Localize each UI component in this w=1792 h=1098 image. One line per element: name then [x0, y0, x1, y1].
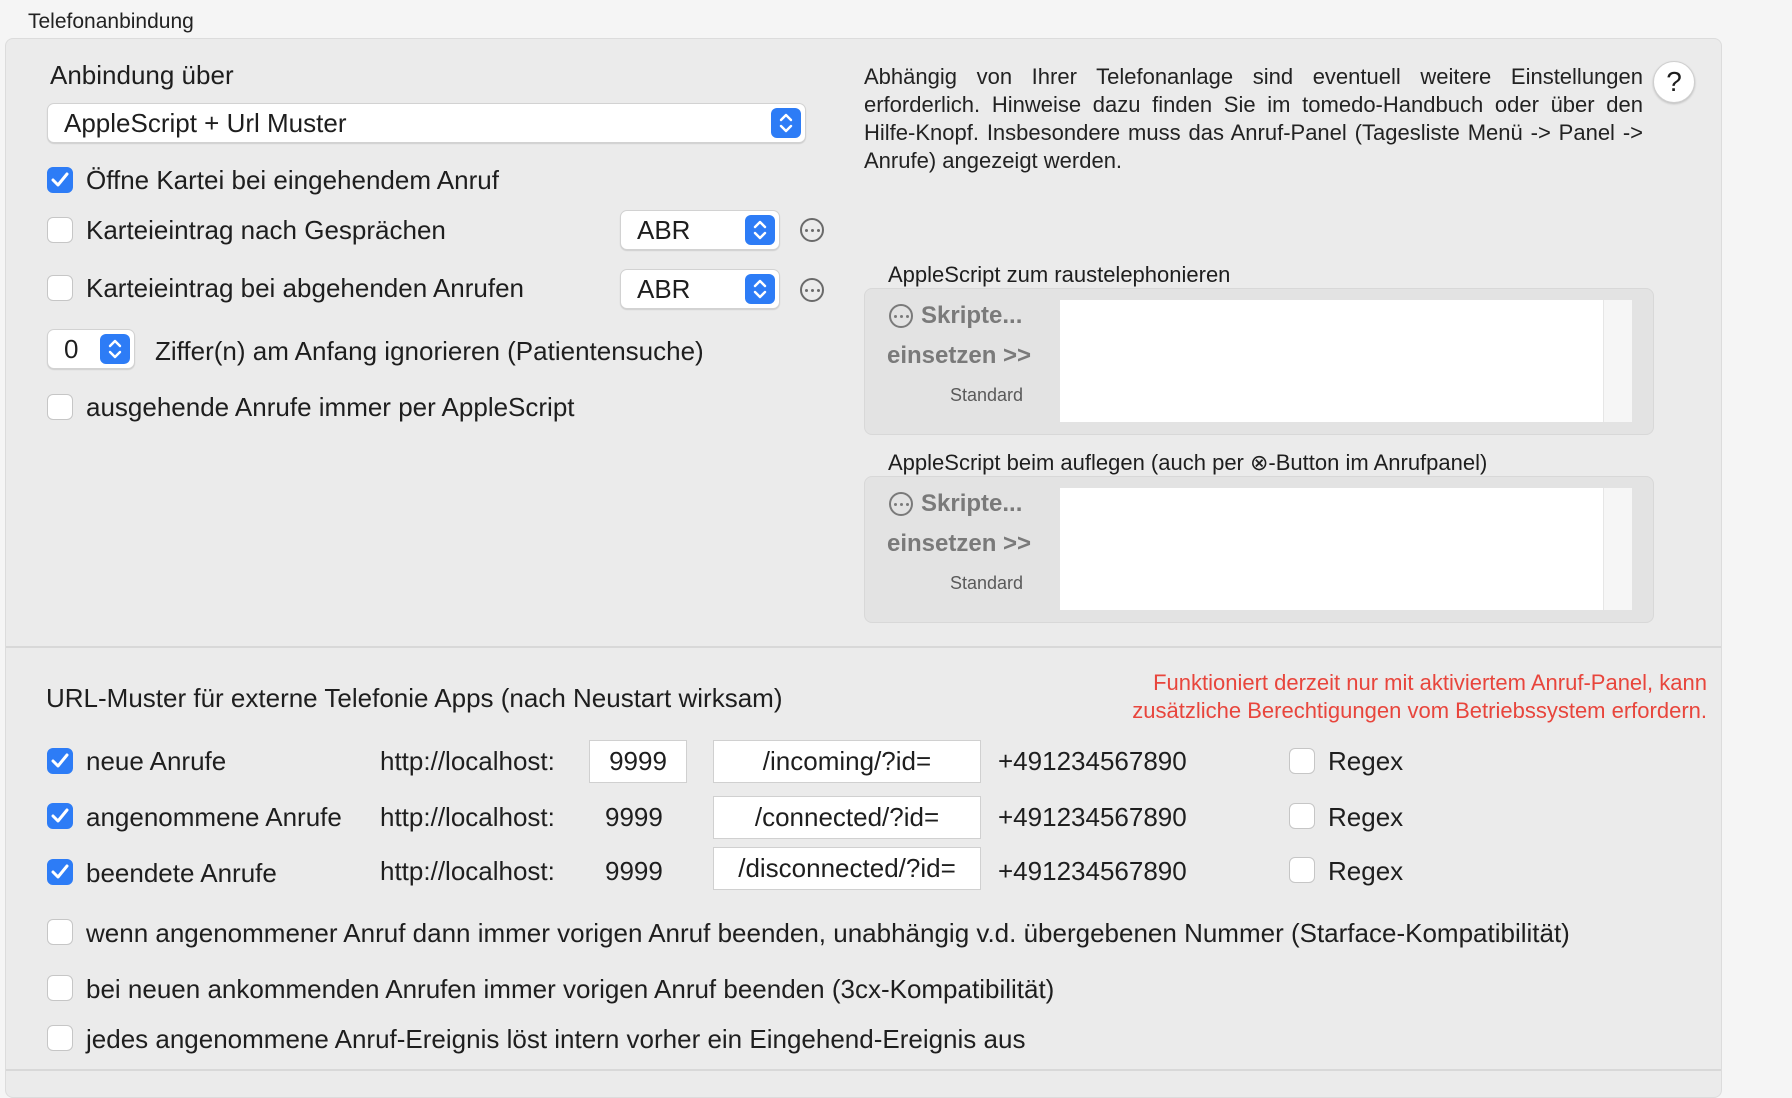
script-hangup-scripts-label: Skripte...	[921, 490, 1023, 517]
checkmark-icon	[51, 808, 69, 823]
disconnected-path-field[interactable]: /disconnected/?id=	[713, 847, 981, 890]
disconnected-url-label: beendete Anrufe	[86, 858, 277, 888]
connected-port-field[interactable]: 9999	[605, 802, 663, 833]
disconnected-regex-checkbox[interactable]	[1289, 857, 1315, 883]
script-dial-scrollbar[interactable]	[1603, 300, 1632, 422]
divider	[6, 1069, 1721, 1071]
checkmark-icon	[51, 172, 69, 187]
starface-compat-checkbox[interactable]	[47, 919, 73, 945]
entry-after-calls-label: Karteieintrag nach Gesprächen	[86, 215, 446, 245]
incoming-regex-checkbox[interactable]	[1289, 748, 1315, 774]
script-dial-standard-button[interactable]: Standard	[950, 385, 1023, 406]
starface-compat-label: wenn angenommener Anruf dann immer vorig…	[86, 918, 1570, 948]
disconnected-url-prefix: http://localhost:	[380, 856, 555, 886]
connected-regex-checkbox[interactable]	[1289, 803, 1315, 829]
incoming-port-field[interactable]: 9999	[589, 740, 687, 783]
disconnected-regex-label: Regex	[1328, 856, 1404, 886]
connection-label: Anbindung über	[50, 60, 234, 90]
section-title: Telefonanbindung	[28, 10, 194, 33]
warning-line-1: Funktioniert derzeit nur mit aktiviertem…	[1153, 670, 1707, 695]
connected-url-label: angenommene Anrufe	[86, 802, 342, 832]
entry-outgoing-type-select[interactable]: ABR	[620, 269, 780, 309]
more-options-icon	[889, 304, 913, 328]
incoming-example-number: +491234567890	[998, 746, 1187, 776]
connection-select[interactable]: AppleScript + Url Muster	[47, 103, 806, 143]
chevron-updown-icon[interactable]	[100, 334, 130, 364]
open-card-checkbox[interactable]	[47, 167, 73, 193]
disconnected-port-field[interactable]: 9999	[605, 856, 663, 887]
open-card-label: Öffne Kartei bei eingehendem Anruf	[86, 165, 499, 195]
outgoing-applescript-label: ausgehende Anrufe immer per AppleScript	[86, 392, 575, 422]
script-dial-editor[interactable]	[1060, 300, 1603, 422]
chevron-updown-icon	[771, 108, 801, 138]
incoming-url-prefix: http://localhost:	[380, 746, 555, 776]
connected-regex-label: Regex	[1328, 802, 1404, 832]
script-dial-title: AppleScript zum raustelephonieren	[888, 262, 1231, 287]
script-dial-scripts-button[interactable]: Skripte...	[889, 302, 1022, 330]
entry-after-calls-type-select[interactable]: ABR	[620, 210, 780, 250]
script-hangup-insert-button[interactable]: einsetzen >>	[887, 530, 1031, 558]
3cx-compat-checkbox[interactable]	[47, 975, 73, 1001]
info-text: Abhängig von Ihrer Telefonanlage sind ev…	[864, 64, 1643, 173]
connected-path-field[interactable]: /connected/?id=	[713, 796, 981, 839]
connected-url-checkbox[interactable]	[47, 803, 73, 829]
script-hangup-title: AppleScript beim auflegen (auch per ⊗-Bu…	[888, 450, 1488, 475]
incoming-url-label: neue Anrufe	[86, 746, 227, 776]
incoming-path-field[interactable]: /incoming/?id=	[713, 740, 981, 783]
url-section-warning: Funktioniert derzeit nur mit aktiviertem…	[1000, 669, 1707, 725]
disconnected-url-checkbox[interactable]	[47, 859, 73, 885]
chevron-updown-icon	[745, 215, 775, 245]
more-options-icon	[889, 492, 913, 516]
connection-select-value: AppleScript + Url Muster	[64, 107, 347, 138]
help-button[interactable]: ?	[1653, 61, 1695, 103]
script-hangup-scripts-button[interactable]: Skripte...	[889, 490, 1022, 518]
ignore-digits-value: 0	[64, 333, 79, 364]
incoming-regex-label: Regex	[1328, 746, 1404, 776]
disconnected-example-number: +491234567890	[998, 856, 1187, 886]
incoming-event-label: jedes angenommene Anruf-Ereignis löst in…	[86, 1024, 1026, 1054]
connected-url-prefix: http://localhost:	[380, 802, 555, 832]
script-hangup-editor[interactable]	[1060, 488, 1603, 610]
ignore-digits-stepper[interactable]: 0	[47, 329, 135, 369]
entry-after-calls-type-value: ABR	[637, 214, 691, 245]
3cx-compat-label: bei neuen ankommenden Anrufen immer vori…	[86, 974, 1055, 1004]
entry-outgoing-type-value: ABR	[637, 273, 691, 304]
more-options-icon[interactable]	[800, 218, 824, 242]
script-dial-insert-button[interactable]: einsetzen >>	[887, 342, 1031, 370]
entry-outgoing-label: Karteieintrag bei abgehenden Anrufen	[86, 273, 525, 303]
checkmark-icon	[51, 753, 69, 768]
entry-after-calls-checkbox[interactable]	[47, 217, 73, 243]
script-hangup-scrollbar[interactable]	[1603, 488, 1632, 610]
incoming-url-checkbox[interactable]	[47, 748, 73, 774]
url-section-title: URL-Muster für externe Telefonie Apps (n…	[46, 683, 783, 713]
incoming-event-checkbox[interactable]	[47, 1025, 73, 1051]
script-dial-scripts-label: Skripte...	[921, 302, 1023, 329]
warning-line-2: zusätzliche Berechtigungen vom Betriebss…	[1132, 698, 1707, 723]
more-options-icon[interactable]	[800, 278, 824, 302]
divider	[6, 646, 1721, 648]
checkmark-icon	[51, 864, 69, 879]
entry-outgoing-checkbox[interactable]	[47, 275, 73, 301]
ignore-digits-label: Ziffer(n) am Anfang ignorieren (Patiente…	[155, 336, 704, 366]
script-hangup-standard-button[interactable]: Standard	[950, 573, 1023, 594]
outgoing-applescript-checkbox[interactable]	[47, 394, 73, 420]
connected-example-number: +491234567890	[998, 802, 1187, 832]
chevron-updown-icon	[745, 274, 775, 304]
